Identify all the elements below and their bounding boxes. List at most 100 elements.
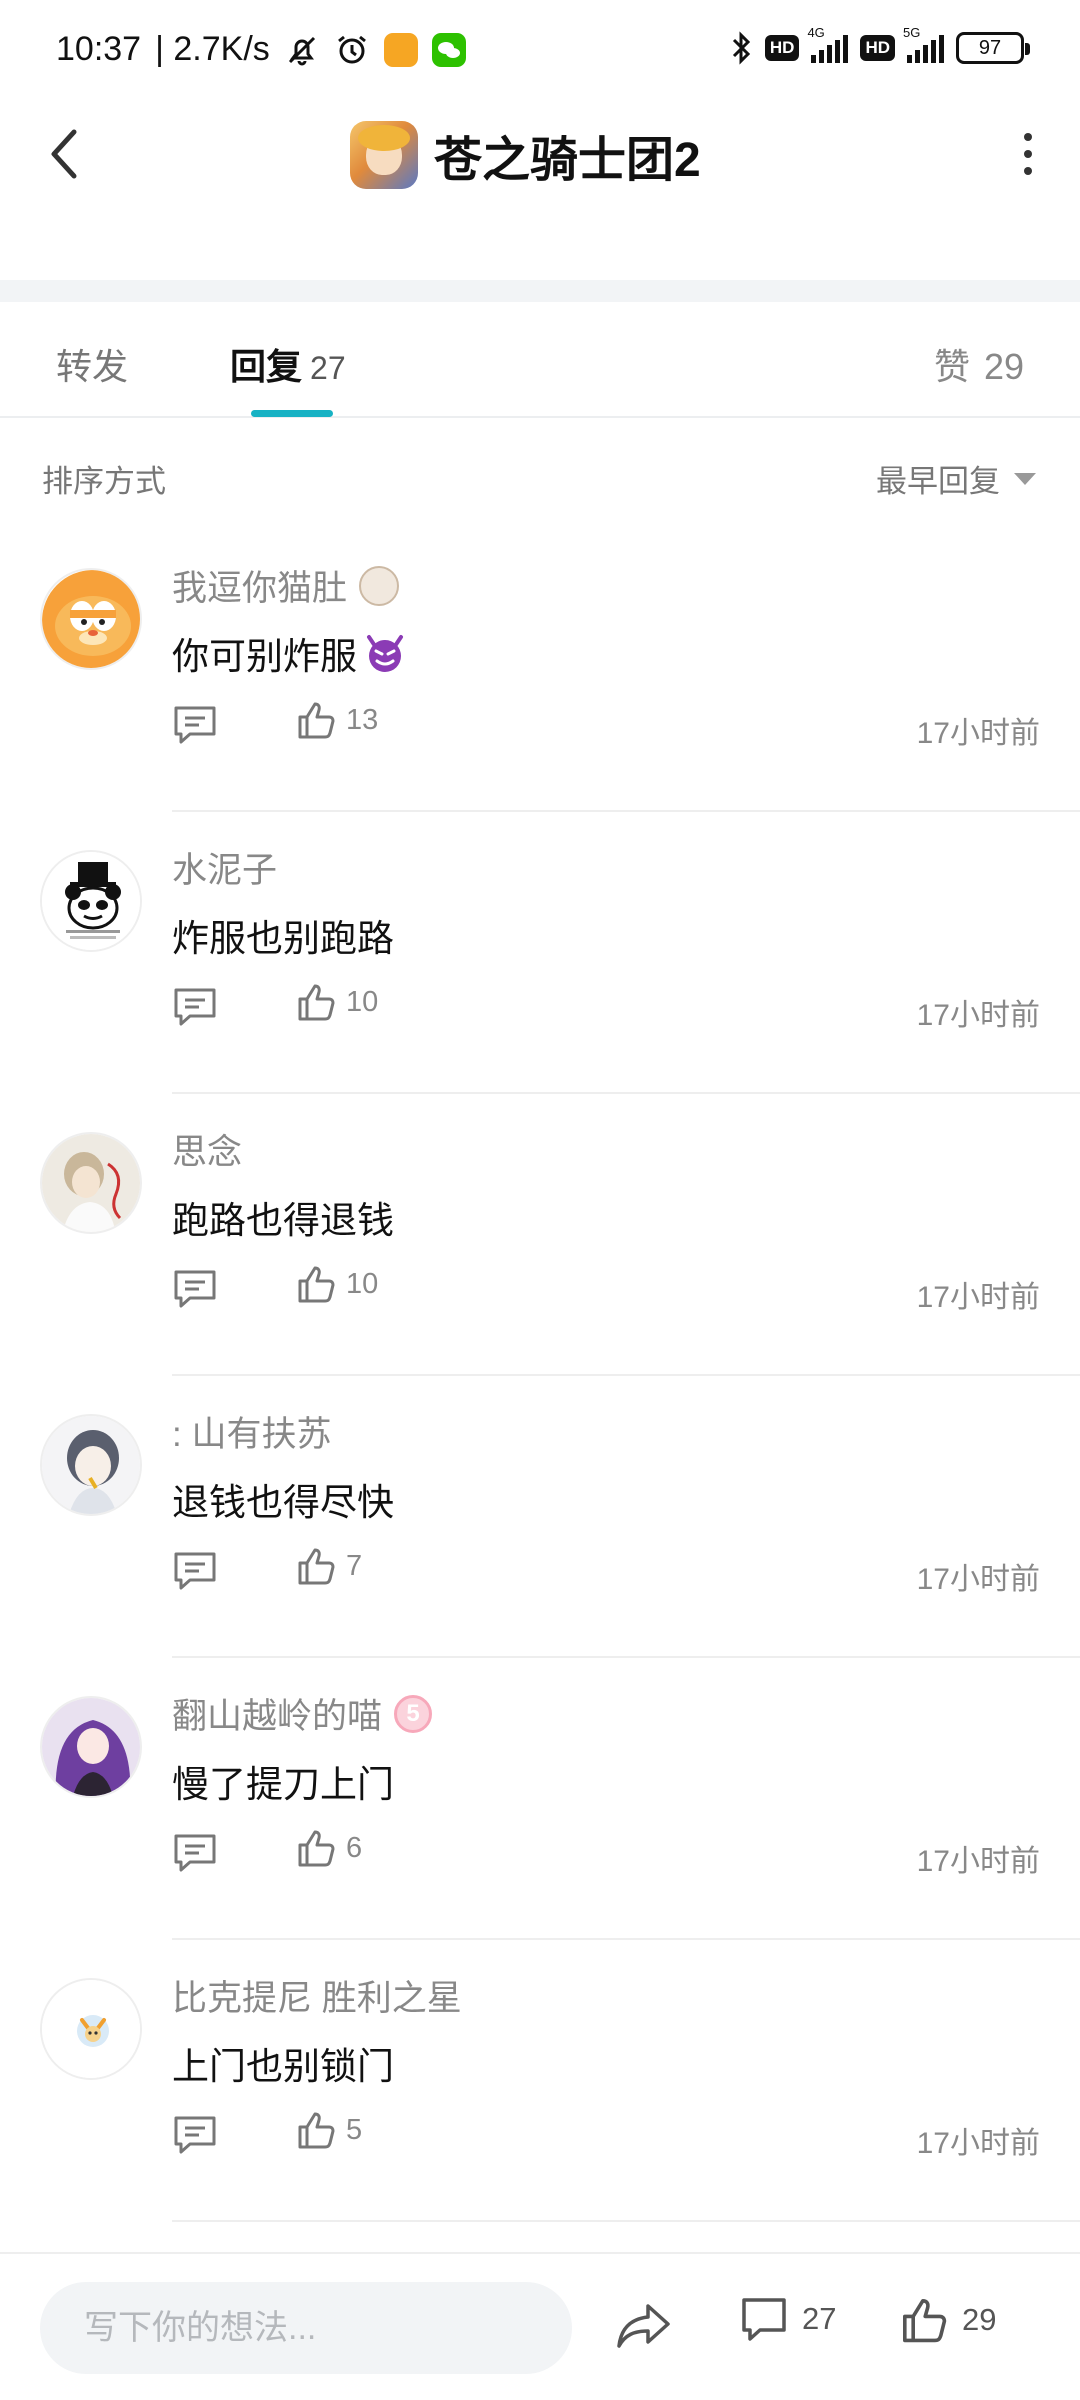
- header-title-group[interactable]: 苍之骑士团2: [350, 120, 701, 190]
- avatar[interactable]: [40, 1696, 142, 1798]
- tab-active-indicator: [251, 410, 333, 417]
- comment-author[interactable]: 翻山越岭的喵 5: [172, 1688, 433, 1739]
- tab-bar: 转发 回复 27 赞 29: [0, 302, 1080, 418]
- comment-time: 17小时前: [916, 999, 1040, 1032]
- level-badge: 5: [394, 1694, 433, 1733]
- bluetooth-icon: [732, 31, 750, 65]
- avatar[interactable]: [40, 1414, 142, 1516]
- reply-icon[interactable]: [172, 1550, 218, 1592]
- alarm-icon: [337, 35, 366, 63]
- total-like-count: 29: [962, 2302, 997, 2337]
- like-count: 10: [346, 985, 379, 1018]
- back-button[interactable]: [36, 124, 92, 184]
- comment-text: 慢了提刀上门: [172, 1764, 394, 1805]
- comment-actions: 7 17小时前: [172, 1546, 1040, 1596]
- tab-forward[interactable]: 转发: [56, 338, 128, 390]
- comment-item: 我逗你猫肚 你可别炸服 13 17小时前: [0, 530, 1080, 812]
- comment-author[interactable]: : 山有扶苏: [172, 1406, 331, 1457]
- comment-time: 17小时前: [916, 717, 1040, 750]
- network-speed: | 2.7K/s: [155, 30, 270, 68]
- devil-emoji-icon: [367, 635, 403, 672]
- sort-label: 排序方式: [42, 464, 166, 499]
- comment-text: 炸服也别跑路: [172, 918, 394, 959]
- sort-bar: 排序方式 最早回复: [0, 420, 1080, 530]
- user-badge-icon: [359, 565, 400, 606]
- hd-badge: HD: [764, 35, 800, 61]
- reply-icon[interactable]: [172, 2114, 218, 2156]
- comment-time: 17小时前: [916, 2127, 1040, 2160]
- tab-likes-count: 29: [983, 346, 1024, 387]
- avatar[interactable]: [40, 1132, 142, 1234]
- reply-icon[interactable]: [172, 704, 218, 746]
- thumbs-up-icon: [298, 702, 335, 739]
- like-button[interactable]: 13: [296, 700, 378, 740]
- like-count: 10: [346, 1267, 379, 1300]
- mute-bell-icon: [288, 36, 315, 65]
- more-dot-icon: [1024, 167, 1032, 175]
- status-time: 10:37: [56, 30, 142, 68]
- reply-icon[interactable]: [172, 1832, 218, 1874]
- comment-count: 27: [802, 2301, 837, 2336]
- sort-dropdown[interactable]: 最早回复: [876, 456, 1036, 501]
- like-button[interactable]: 7: [296, 1546, 362, 1586]
- comment-author[interactable]: 思念: [172, 1124, 242, 1175]
- reply-icon[interactable]: [172, 986, 218, 1028]
- comment-author[interactable]: 我逗你猫肚: [172, 560, 400, 611]
- comment-item: 翻山越岭的喵 5 慢了提刀上门 6 17小时前: [0, 1658, 1080, 1940]
- reply-icon[interactable]: [172, 1268, 218, 1310]
- thumbs-up-icon: [298, 984, 335, 1021]
- like-count: 6: [346, 1831, 363, 1864]
- signal-icon-2: 5G: [903, 25, 944, 63]
- like-count: 13: [346, 703, 379, 736]
- comment-actions: 13 17小时前: [172, 700, 1040, 750]
- comment-count-button[interactable]: 27: [740, 2296, 836, 2342]
- comment-actions: 10 17小时前: [172, 1264, 1040, 1314]
- status-bar-right: HD 4G HD 5G 97: [729, 25, 1030, 66]
- tab-reply[interactable]: 回复 27: [230, 338, 346, 390]
- more-dot-icon: [1024, 150, 1032, 158]
- sort-selected-value: 最早回复: [876, 464, 1000, 499]
- wechat-icon: [431, 32, 466, 67]
- comment-actions: 5 17小时前: [172, 2110, 1040, 2160]
- thumbs-up-icon: [298, 1830, 335, 1867]
- game-avatar-icon: [350, 121, 418, 189]
- avatar[interactable]: [40, 568, 142, 670]
- status-bar: 10:37 | 2.7K/s HD 4G HD 5G 97: [0, 0, 1080, 100]
- thumbs-up-icon: [903, 2299, 947, 2343]
- like-count: 5: [346, 2113, 363, 2146]
- comment-item: 思念 跑路也得退钱 10 17小时前: [0, 1094, 1080, 1376]
- hd-badge-2: HD: [860, 35, 895, 61]
- comment-text: 上门也别锁门: [172, 2046, 394, 2087]
- thumbs-up-icon: [298, 2112, 335, 2149]
- comment-list: 我逗你猫肚 你可别炸服 13 17小时前 水泥子 炸服也别跑路 10 17小时前…: [0, 530, 1080, 2222]
- comment-actions: 6 17小时前: [172, 1828, 1040, 1878]
- section-divider: [0, 280, 1080, 302]
- tab-likes[interactable]: 赞 29: [934, 338, 1024, 390]
- comment-item: : 山有扶苏 退钱也得尽快 7 17小时前: [0, 1376, 1080, 1658]
- comment-text: 退钱也得尽快: [172, 1482, 394, 1523]
- page-title: 苍之骑士团2: [434, 134, 701, 187]
- thumbs-up-icon: [298, 1548, 335, 1585]
- more-options-button[interactable]: [998, 124, 1058, 184]
- avatar[interactable]: [40, 1978, 142, 2080]
- comment-bubble-icon: [742, 2298, 786, 2341]
- bottom-action-bar: 27 29: [0, 2252, 1080, 2400]
- comment-text: 你可别炸服: [172, 626, 407, 680]
- comment-input[interactable]: [40, 2282, 572, 2374]
- avatar[interactable]: [40, 850, 142, 952]
- comment-time: 17小时前: [916, 1845, 1040, 1878]
- share-icon[interactable]: [614, 2298, 674, 2354]
- like-button[interactable]: 5: [296, 2110, 362, 2150]
- like-count-button[interactable]: 29: [900, 2296, 996, 2344]
- signal-icon: 4G: [807, 25, 849, 63]
- more-dot-icon: [1024, 133, 1032, 141]
- like-button[interactable]: 10: [296, 1264, 378, 1304]
- comment-author[interactable]: 水泥子: [172, 842, 277, 893]
- like-button[interactable]: 6: [296, 1828, 362, 1868]
- like-button[interactable]: 10: [296, 982, 378, 1022]
- battery-icon: 97: [956, 32, 1030, 64]
- comment-item: 比克提尼 胜利之星 上门也别锁门 5 17小时前: [0, 1940, 1080, 2222]
- thumbs-up-icon: [298, 1266, 335, 1303]
- comment-author[interactable]: 比克提尼 胜利之星: [172, 1970, 462, 2021]
- chevron-left-icon: [51, 129, 77, 179]
